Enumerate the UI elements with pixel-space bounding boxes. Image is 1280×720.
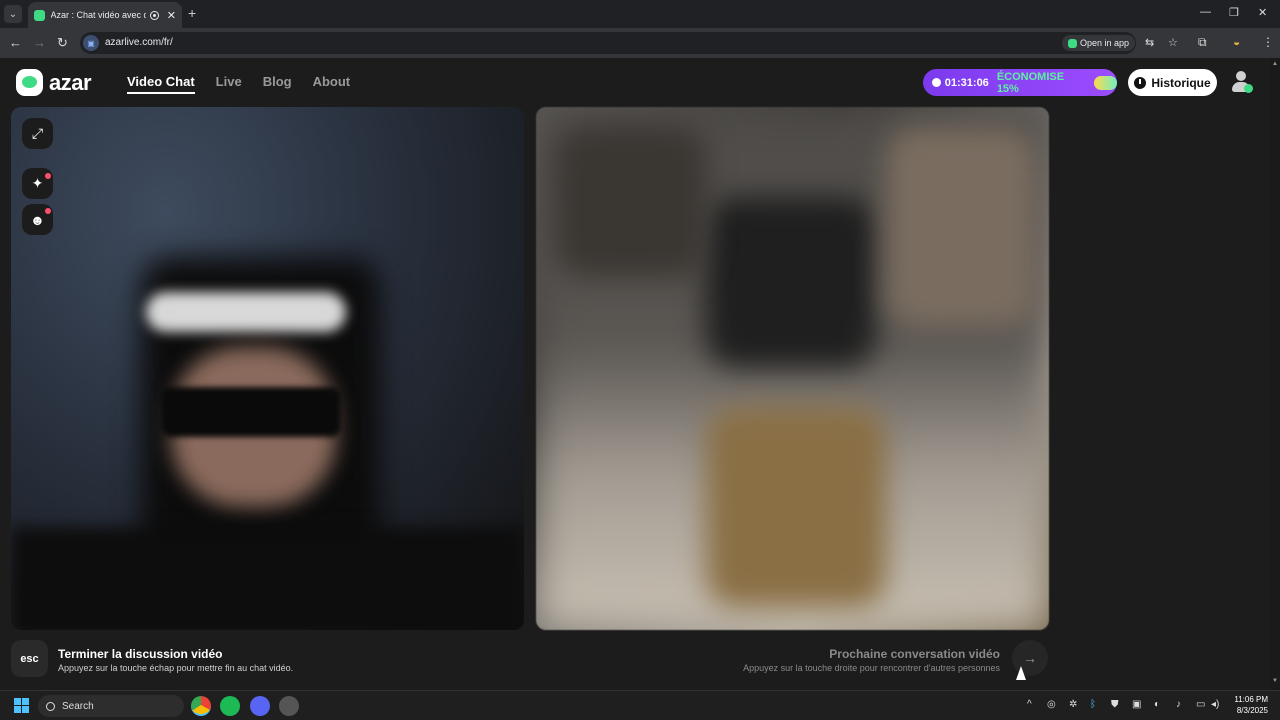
restore-icon[interactable]: ❐ xyxy=(1229,6,1239,19)
next-chat-hint: Appuyez sur la touche droite pour rencon… xyxy=(743,663,1000,673)
notification-dot xyxy=(45,208,51,214)
nav-video-chat[interactable]: Video Chat xyxy=(127,74,195,94)
clock-time: 11:06 PM xyxy=(1234,695,1268,704)
notification-dot xyxy=(45,173,51,179)
azar-logo[interactable]: azar xyxy=(16,69,92,96)
address-bar[interactable]: ▣ azarlive.com/fr/ Open in app ⇆ ☆ xyxy=(80,32,1178,54)
discord-icon[interactable] xyxy=(250,696,270,716)
scroll-up-icon[interactable]: ▲ xyxy=(1272,61,1278,67)
history-label: Historique xyxy=(1151,75,1211,90)
search-label: Search xyxy=(62,700,94,712)
user-avatar-icon[interactable] xyxy=(1230,70,1253,94)
profile-icon[interactable]: ◒ xyxy=(1233,35,1240,49)
menu-icon[interactable]: ⋮ xyxy=(1262,35,1274,49)
nav-live[interactable]: Live xyxy=(216,74,242,94)
azar-logo-icon xyxy=(16,69,43,96)
windows-taskbar: Search ^ ◎ ✲ ᛒ ⛊ ▣ ◐ ♪ ▭ ◂) 11:06 PM 8/3… xyxy=(0,690,1280,720)
mouse-cursor xyxy=(1016,666,1026,680)
network-icon[interactable]: ▭ xyxy=(1196,699,1205,710)
chrome-icon[interactable] xyxy=(191,696,211,716)
azar-favicon-icon xyxy=(34,9,45,21)
translate-icon[interactable]: ⇆ xyxy=(1145,36,1154,49)
tray-settings-icon[interactable]: ✲ xyxy=(1069,699,1077,710)
tab-search-button[interactable]: ⌄ xyxy=(4,5,22,23)
open-in-app-label: Open in app xyxy=(1080,38,1130,48)
volume-icon[interactable]: ◂) xyxy=(1211,699,1219,710)
scroll-down-icon[interactable]: ▼ xyxy=(1272,678,1278,684)
page-scrollbar[interactable]: ▲ ▼ xyxy=(1270,58,1280,690)
partner-video-blurred xyxy=(536,107,1049,630)
spotify-icon[interactable] xyxy=(220,696,240,716)
promo-timer: 01:31:06 xyxy=(944,76,989,89)
promo-discount: ÉCONOMISE 15% xyxy=(996,70,1065,95)
azar-app-icon xyxy=(1068,38,1077,48)
timer-clock-icon xyxy=(932,78,941,87)
extensions-icon[interactable]: ⧉ xyxy=(1198,35,1207,50)
browser-tabstrip: ⌄ Azar : Chat vidéo avec de n ✕ + — ❐ ✕ xyxy=(0,0,1280,28)
search-icon xyxy=(46,701,55,711)
bluetooth-icon[interactable]: ᛒ xyxy=(1090,699,1096,710)
tray-app2-icon[interactable]: ▣ xyxy=(1132,699,1141,710)
gems-icon xyxy=(1093,75,1118,90)
next-chat-title: Prochaine conversation vidéo xyxy=(829,647,1000,661)
new-tab-button[interactable]: + xyxy=(188,5,196,21)
end-chat-title: Terminer la discussion vidéo xyxy=(58,647,223,661)
tray-overflow-icon[interactable]: ^ xyxy=(1027,699,1032,710)
system-clock[interactable]: 11:06 PM 8/3/2025 xyxy=(1226,694,1268,716)
tray-shield-icon[interactable]: ⛊ xyxy=(1111,699,1119,710)
site-info-icon[interactable]: ▣ xyxy=(83,35,99,51)
expand-icon[interactable]: ⤢ xyxy=(22,118,53,149)
taskbar-search[interactable]: Search xyxy=(38,695,184,717)
url-text[interactable]: azarlive.com/fr/ xyxy=(105,37,173,48)
browser-toolbar: ← → ↻ ▣ azarlive.com/fr/ Open in app ⇆ ☆… xyxy=(0,28,1280,58)
main-nav: Video Chat Live Blog About xyxy=(127,74,350,94)
tray-app-icon[interactable]: ◎ xyxy=(1047,699,1056,710)
obs-icon[interactable] xyxy=(279,696,299,716)
bookmark-star-icon[interactable]: ☆ xyxy=(1168,36,1178,49)
tray-app3-icon[interactable]: ◐ xyxy=(1154,699,1160,710)
recording-indicator-icon xyxy=(150,10,159,20)
windows-start-icon[interactable] xyxy=(14,698,29,713)
clock-date: 8/3/2025 xyxy=(1236,706,1268,715)
back-icon[interactable]: ← xyxy=(9,35,22,50)
close-window-icon[interactable]: ✕ xyxy=(1258,6,1267,19)
self-video: ⤢ ✦ ☻ xyxy=(11,107,524,630)
open-in-app-button[interactable]: Open in app xyxy=(1062,35,1136,51)
end-chat-hint: Appuyez sur la touche échap pour mettre … xyxy=(58,663,294,673)
esc-key-button[interactable]: esc xyxy=(11,640,48,677)
tab-title: Azar : Chat vidéo avec de n xyxy=(50,10,147,20)
clock-icon xyxy=(1134,76,1147,89)
reload-icon[interactable]: ↻ xyxy=(57,35,68,51)
nav-about[interactable]: About xyxy=(313,74,351,94)
forward-icon[interactable]: → xyxy=(33,35,46,50)
microphone-icon[interactable]: ♪ xyxy=(1176,699,1181,710)
azar-page: azar Video Chat Live Blog About 01:31:06… xyxy=(0,58,1280,690)
logo-text: azar xyxy=(49,69,92,95)
tab-close-button[interactable]: ✕ xyxy=(167,9,176,22)
arrow-right-icon: → xyxy=(1023,650,1037,666)
history-button[interactable]: Historique xyxy=(1128,69,1217,96)
browser-tab-azar[interactable]: Azar : Chat vidéo avec de n ✕ xyxy=(28,2,182,28)
promo-banner[interactable]: 01:31:06 ÉCONOMISE 15% xyxy=(923,69,1118,96)
minimize-icon[interactable]: — xyxy=(1200,6,1211,18)
nav-blog[interactable]: Blog xyxy=(263,74,292,94)
